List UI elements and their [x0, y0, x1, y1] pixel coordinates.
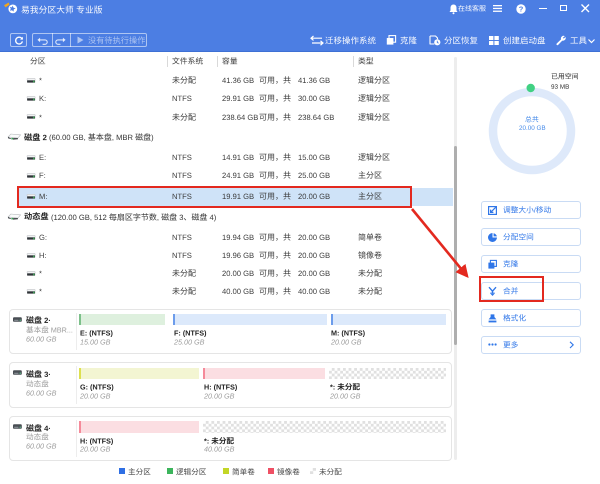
svg-text:?: ?	[519, 4, 524, 13]
